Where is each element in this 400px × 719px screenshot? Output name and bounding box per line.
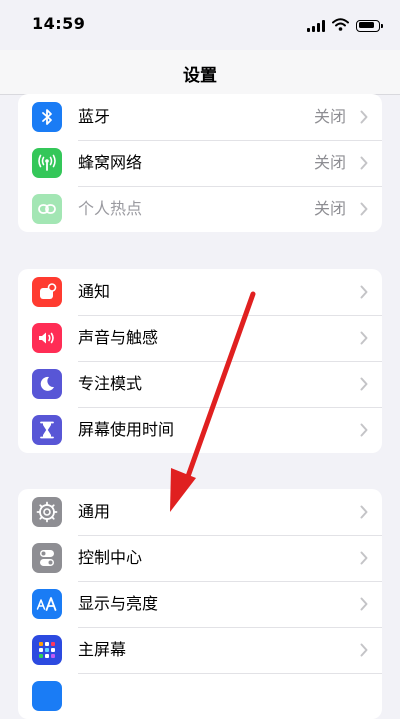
status-icons bbox=[307, 16, 383, 35]
settings-row-label: 控制中心 bbox=[78, 548, 143, 567]
settings-row-label: 声音与触感 bbox=[78, 328, 159, 347]
chevron-right-icon bbox=[360, 377, 368, 391]
chevron-right-icon bbox=[360, 505, 368, 519]
settings-row-label: 主屏幕 bbox=[78, 640, 127, 659]
settings-row-notifications[interactable]: 通知 bbox=[18, 269, 382, 315]
status-time: 14:59 bbox=[32, 14, 86, 33]
toggle-icon bbox=[32, 543, 62, 573]
settings-row-label: 专注模式 bbox=[78, 374, 143, 393]
settings-group-connectivity: 蓝牙 关闭 蜂窝网络 关闭 个人热点 关闭 bbox=[18, 94, 382, 232]
home-grid-icon bbox=[32, 635, 62, 665]
chevron-right-icon bbox=[360, 597, 368, 611]
chevron-right-icon bbox=[360, 285, 368, 299]
settings-row-control-center[interactable]: 控制中心 bbox=[18, 535, 382, 581]
notification-icon bbox=[32, 277, 62, 307]
navigation-bar: 设置 bbox=[0, 50, 400, 95]
status-bar: 14:59 bbox=[0, 0, 400, 50]
signal-icon bbox=[307, 19, 325, 32]
battery-icon bbox=[356, 19, 383, 32]
chevron-right-icon bbox=[360, 423, 368, 437]
text-size-icon bbox=[32, 589, 62, 619]
page-title: 设置 bbox=[183, 66, 217, 86]
settings-row-display[interactable]: 显示与亮度 bbox=[18, 581, 382, 627]
settings-row-label: 蜂窝网络 bbox=[78, 153, 143, 172]
chevron-right-icon bbox=[360, 202, 368, 216]
chevron-right-icon bbox=[360, 551, 368, 565]
hourglass-icon bbox=[32, 415, 62, 445]
moon-icon bbox=[32, 369, 62, 399]
settings-group-alerts: 通知 声音与触感 专注模式 屏幕使用时间 bbox=[18, 269, 382, 453]
wifi-icon bbox=[332, 16, 349, 35]
settings-row-label: 个人热点 bbox=[78, 199, 143, 218]
settings-row-value: 关闭 bbox=[313, 153, 346, 172]
settings-row-label: 屏幕使用时间 bbox=[78, 420, 175, 439]
settings-row-partial[interactable] bbox=[18, 673, 382, 719]
settings-row-screen-time[interactable]: 屏幕使用时间 bbox=[18, 407, 382, 453]
chevron-right-icon bbox=[360, 156, 368, 170]
speaker-icon bbox=[32, 323, 62, 353]
settings-row-value: 关闭 bbox=[313, 107, 346, 126]
settings-row-label: 显示与亮度 bbox=[78, 594, 159, 613]
settings-row-hotspot[interactable]: 个人热点 关闭 bbox=[18, 186, 382, 232]
settings-row-label: 通知 bbox=[78, 282, 111, 301]
settings-row-cellular[interactable]: 蜂窝网络 关闭 bbox=[18, 140, 382, 186]
chevron-right-icon bbox=[360, 110, 368, 124]
settings-row-label: 通用 bbox=[78, 502, 111, 521]
settings-row-home-screen[interactable]: 主屏幕 bbox=[18, 627, 382, 673]
chevron-right-icon bbox=[360, 331, 368, 345]
settings-row-general[interactable]: 通用 bbox=[18, 489, 382, 535]
settings-row-value: 关闭 bbox=[313, 199, 346, 218]
hotspot-icon bbox=[32, 194, 62, 224]
settings-row-focus[interactable]: 专注模式 bbox=[18, 361, 382, 407]
chevron-right-icon bbox=[360, 643, 368, 657]
gear-icon bbox=[32, 497, 62, 527]
settings-row-label: 蓝牙 bbox=[78, 107, 111, 126]
bluetooth-icon bbox=[32, 102, 62, 132]
settings-group-general: 通用 控制中心 显示与亮度 主屏幕 bbox=[18, 489, 382, 719]
settings-row-bluetooth[interactable]: 蓝牙 关闭 bbox=[18, 94, 382, 140]
settings-row-sounds[interactable]: 声音与触感 bbox=[18, 315, 382, 361]
cellular-icon bbox=[32, 148, 62, 178]
